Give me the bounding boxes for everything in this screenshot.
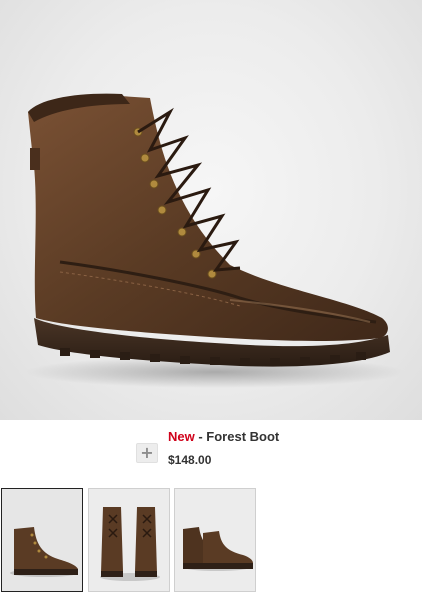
boot-illustration [25,93,405,388]
thumbnail-side-view[interactable] [1,488,83,592]
add-button[interactable]: + [136,443,158,463]
product-price: $148.00 [168,453,212,467]
product-name: Forest Boot [206,429,280,444]
product-title[interactable]: New - Forest Boot [168,429,279,444]
boot-side-thumb-image [2,489,82,591]
title-separator: - [194,429,207,444]
new-badge: New [168,429,195,444]
thumbnail-front-pair-view[interactable] [88,488,170,592]
boot-front-thumb-image [89,489,169,591]
plus-icon: + [140,443,154,462]
product-main-image [0,0,422,420]
boot-pair-thumb-image [175,489,255,591]
thumbnail-side-pair-view[interactable] [174,488,256,592]
